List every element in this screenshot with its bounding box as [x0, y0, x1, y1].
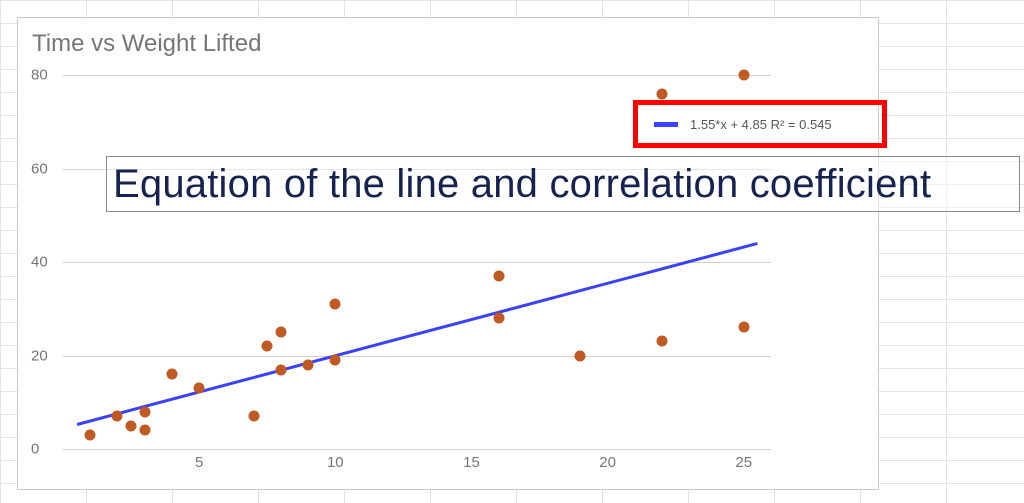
- annotation-text: Equation of the line and correlation coe…: [113, 162, 931, 207]
- x-tick-label: 5: [195, 454, 203, 471]
- data-point[interactable]: [738, 322, 749, 333]
- y-tick-label: 40: [31, 254, 48, 271]
- gridline-y: [63, 262, 771, 263]
- chart-title: Time vs Weight Lifted: [32, 30, 261, 58]
- x-tick-label: 25: [735, 454, 752, 471]
- data-point[interactable]: [493, 313, 504, 324]
- x-tick-label: 15: [463, 454, 480, 471]
- y-tick-label: 0: [31, 441, 39, 458]
- trendline: [76, 242, 757, 426]
- data-point[interactable]: [166, 369, 177, 380]
- x-tick-label: 10: [327, 454, 344, 471]
- data-point[interactable]: [330, 299, 341, 310]
- gridline-y: [63, 356, 771, 357]
- data-point[interactable]: [330, 355, 341, 366]
- gridline-y: [63, 75, 771, 76]
- data-point[interactable]: [657, 336, 668, 347]
- data-point[interactable]: [262, 341, 273, 352]
- chart-container[interactable]: Time vs Weight Lifted 0 20 40 60 80 5 10 15 20 25: [17, 17, 879, 490]
- data-point[interactable]: [126, 420, 137, 431]
- data-point[interactable]: [194, 383, 205, 394]
- y-tick-label: 60: [31, 160, 48, 177]
- data-point[interactable]: [493, 271, 504, 282]
- data-point[interactable]: [657, 88, 668, 99]
- annotation-callout: Equation of the line and correlation coe…: [106, 156, 1020, 212]
- data-point[interactable]: [139, 425, 150, 436]
- data-point[interactable]: [139, 406, 150, 417]
- data-point[interactable]: [248, 411, 259, 422]
- data-point[interactable]: [303, 359, 314, 370]
- y-tick-label: 20: [31, 347, 48, 364]
- data-point[interactable]: [275, 327, 286, 338]
- trendline-equation: 1.55*x + 4.85 R² = 0.545: [690, 117, 832, 132]
- data-point[interactable]: [575, 350, 586, 361]
- x-tick-label: 20: [599, 454, 616, 471]
- y-tick-label: 80: [31, 67, 48, 84]
- trendline-legend-highlight: 1.55*x + 4.85 R² = 0.545: [633, 100, 887, 148]
- gridline-y: [63, 449, 771, 450]
- data-point[interactable]: [112, 411, 123, 422]
- data-point[interactable]: [85, 429, 96, 440]
- data-point[interactable]: [275, 364, 286, 375]
- trendline-swatch-icon: [654, 122, 678, 127]
- data-point[interactable]: [738, 70, 749, 81]
